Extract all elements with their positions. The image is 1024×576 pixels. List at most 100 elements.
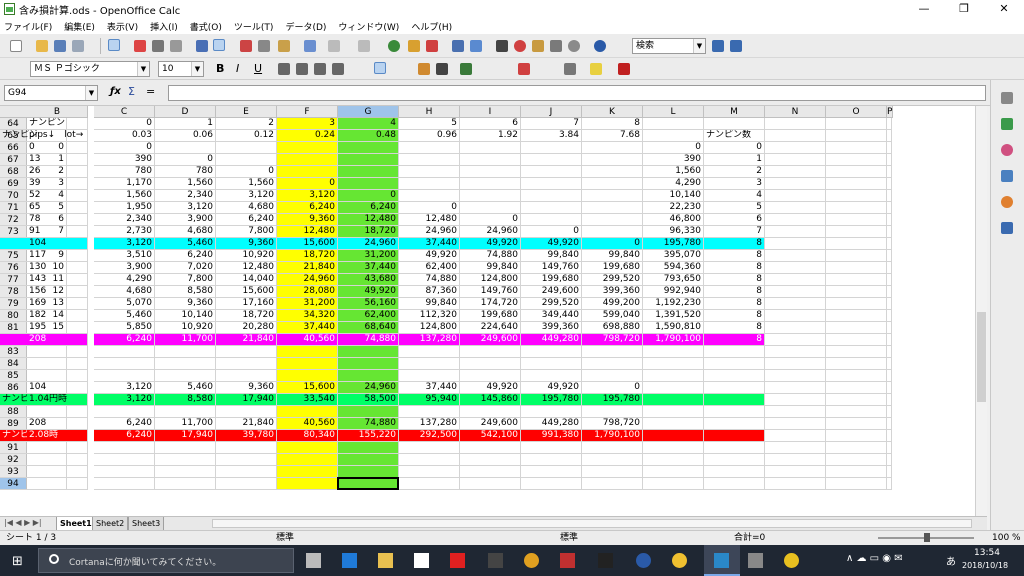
- cell-H94[interactable]: [399, 478, 460, 490]
- cell-I66[interactable]: [460, 142, 521, 154]
- indent-icon[interactable]: [518, 63, 530, 75]
- clock-date[interactable]: 2018/10/18: [962, 561, 1008, 570]
- page-preview-icon[interactable]: [170, 40, 182, 52]
- cell-H79[interactable]: 99,840: [399, 298, 460, 310]
- cell-C68[interactable]: 780: [94, 166, 155, 178]
- cell-F68[interactable]: [277, 166, 338, 178]
- cell-I69[interactable]: [460, 178, 521, 190]
- cell-D77[interactable]: 7,800: [155, 274, 216, 286]
- cell-F87[interactable]: 33,540: [277, 394, 338, 406]
- cell-B86[interactable]: 104: [27, 382, 88, 394]
- cell-C69[interactable]: 1,170: [94, 178, 155, 190]
- cell-F70[interactable]: 3,120: [277, 190, 338, 202]
- gallery-panel-icon[interactable]: [1001, 170, 1013, 182]
- cell-C79[interactable]: 5,070: [94, 298, 155, 310]
- font-name-box[interactable]: ＭＳ Ｐゴシック ▼: [30, 61, 150, 77]
- cell-I87[interactable]: 145,860: [460, 394, 521, 406]
- cell-E68[interactable]: 0: [216, 166, 277, 178]
- cell-G75[interactable]: 31,200: [338, 250, 399, 262]
- cell-J78[interactable]: 249,600: [521, 286, 582, 298]
- cell-P70[interactable]: [887, 190, 892, 202]
- cell-G77[interactable]: 43,680: [338, 274, 399, 286]
- cell-O80[interactable]: [826, 310, 887, 322]
- cell-D90[interactable]: 17,940: [155, 430, 216, 442]
- cell-E85[interactable]: [216, 370, 277, 382]
- cell-P91[interactable]: [887, 442, 892, 454]
- cell-G70[interactable]: 0: [338, 190, 399, 202]
- cell-I91[interactable]: [460, 442, 521, 454]
- cell-E70[interactable]: 3,120: [216, 190, 277, 202]
- cell-K93[interactable]: [582, 466, 643, 478]
- cell-M80[interactable]: 8: [704, 310, 765, 322]
- cell-J81[interactable]: 399,360: [521, 322, 582, 334]
- cell-F77[interactable]: 24,960: [277, 274, 338, 286]
- menu-item-1[interactable]: 編集(E): [64, 20, 95, 33]
- cell-E64[interactable]: 2: [216, 118, 277, 130]
- cell-I85[interactable]: [460, 370, 521, 382]
- column-header-M[interactable]: M: [704, 106, 765, 118]
- cell-N92[interactable]: [765, 454, 826, 466]
- keyboard-app-icon[interactable]: [488, 553, 503, 568]
- sum-icon[interactable]: [408, 40, 420, 52]
- cell-H90[interactable]: 292,500: [399, 430, 460, 442]
- menu-item-8[interactable]: ヘルプ(H): [411, 20, 452, 33]
- cell-E75[interactable]: 10,920: [216, 250, 277, 262]
- cell-G71[interactable]: 6,240: [338, 202, 399, 214]
- cell-B68[interactable]: 26: [27, 166, 88, 178]
- cell-P87[interactable]: [887, 394, 892, 406]
- cell-P86[interactable]: [887, 382, 892, 394]
- cell-P69[interactable]: [887, 178, 892, 190]
- cell-L76[interactable]: 594,360: [643, 262, 704, 274]
- cell-C91[interactable]: [94, 442, 155, 454]
- cell-J65[interactable]: 3.84: [521, 130, 582, 142]
- cell-L72[interactable]: 46,800: [643, 214, 704, 226]
- cell-H70[interactable]: [399, 190, 460, 202]
- cell-K69[interactable]: [582, 178, 643, 190]
- cell-H66[interactable]: [399, 142, 460, 154]
- cell-O66[interactable]: [826, 142, 887, 154]
- chrome-icon[interactable]: [524, 553, 539, 568]
- find-down-icon[interactable]: [712, 40, 724, 52]
- cell-N87[interactable]: [765, 394, 826, 406]
- cell-E83[interactable]: [216, 346, 277, 358]
- cell-E69[interactable]: 1,560: [216, 178, 277, 190]
- menu-item-3[interactable]: 挿入(I): [150, 20, 178, 33]
- cell-D93[interactable]: [155, 466, 216, 478]
- cell-K82[interactable]: 798,720: [582, 334, 643, 346]
- cell-H91[interactable]: [399, 442, 460, 454]
- cell-P73[interactable]: [887, 226, 892, 238]
- cell-P68[interactable]: [887, 166, 892, 178]
- cell-I75[interactable]: 74,880: [460, 250, 521, 262]
- cell-E78[interactable]: 15,600: [216, 286, 277, 298]
- cell-I64[interactable]: 6: [460, 118, 521, 130]
- currency-icon[interactable]: [418, 63, 430, 75]
- font-size-box[interactable]: 10 ▼: [158, 61, 204, 77]
- cell-P77[interactable]: [887, 274, 892, 286]
- cell-F74[interactable]: 15,600: [277, 238, 338, 250]
- cell-N66[interactable]: [765, 142, 826, 154]
- cut-icon[interactable]: [240, 40, 252, 52]
- cell-K75[interactable]: 99,840: [582, 250, 643, 262]
- hyperlink-icon[interactable]: [388, 40, 400, 52]
- cell-P65[interactable]: [887, 130, 892, 142]
- column-header-H[interactable]: H: [399, 106, 460, 118]
- percent-icon[interactable]: [436, 63, 448, 75]
- cell-O72[interactable]: [826, 214, 887, 226]
- font-color-icon[interactable]: [618, 63, 630, 75]
- cell-B89[interactable]: 208: [27, 418, 88, 430]
- cell-D78[interactable]: 8,580: [155, 286, 216, 298]
- cell-E74[interactable]: 9,360: [216, 238, 277, 250]
- vertical-scroll-thumb[interactable]: [977, 312, 986, 402]
- cell-G83[interactable]: [338, 346, 399, 358]
- cell-E72[interactable]: 6,240: [216, 214, 277, 226]
- cell-N94[interactable]: [765, 478, 826, 490]
- horizontal-scrollbar[interactable]: [212, 519, 972, 528]
- underline-button[interactable]: U: [254, 62, 262, 75]
- cell-P88[interactable]: [887, 406, 892, 418]
- cell-L73[interactable]: 96,330: [643, 226, 704, 238]
- cell-D92[interactable]: [155, 454, 216, 466]
- cell-L81[interactable]: 1,590,810: [643, 322, 704, 334]
- cell-C74[interactable]: 3,120: [94, 238, 155, 250]
- cell-K88[interactable]: [582, 406, 643, 418]
- cell-L78[interactable]: 992,940: [643, 286, 704, 298]
